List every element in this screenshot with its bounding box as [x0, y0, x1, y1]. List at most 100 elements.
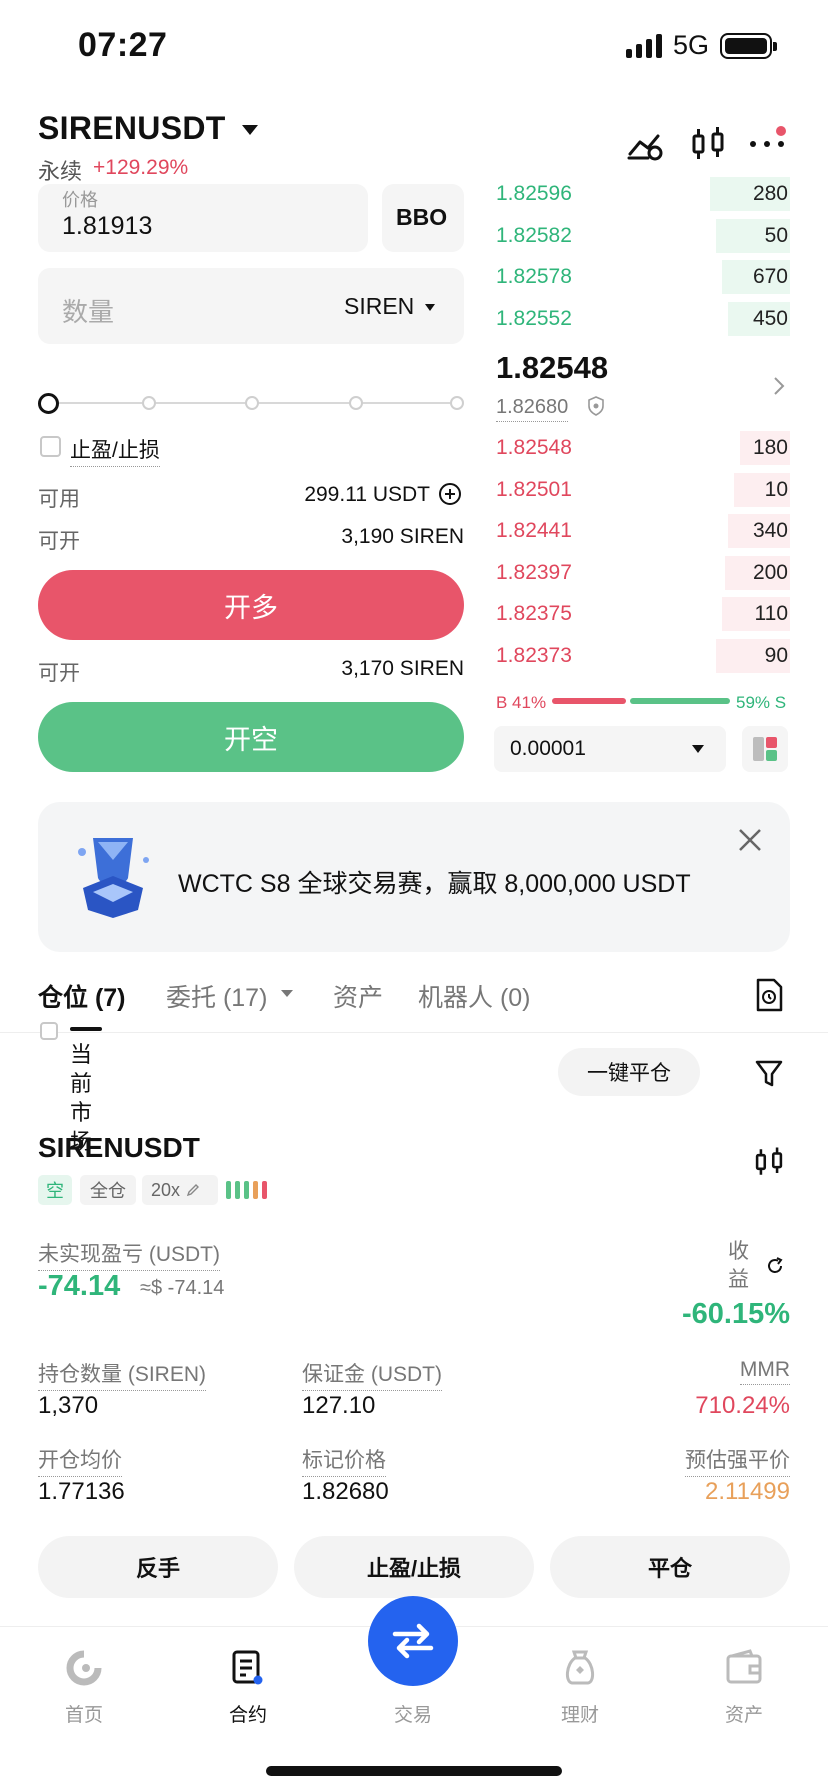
wallet-icon[interactable]	[724, 1648, 764, 1688]
home-icon[interactable]	[64, 1648, 104, 1688]
tab-bots[interactable]: 机器人 (0)	[418, 978, 531, 1014]
unrealized-pnl-usd: ≈$ -74.14	[140, 1277, 225, 1299]
precision-caret-icon	[692, 745, 704, 753]
nav-contract[interactable]: 合约	[188, 1700, 308, 1727]
chevron-right-icon[interactable]	[772, 376, 786, 396]
contract-icon[interactable]	[228, 1648, 268, 1688]
symbol-title[interactable]: SIRENUSDT	[38, 110, 226, 147]
ask-qty: 670	[752, 265, 788, 288]
status-time: 07:27	[78, 26, 168, 64]
chart-indicator-icon[interactable]	[626, 124, 666, 164]
price-input[interactable]: 1.81913	[62, 212, 152, 241]
nav-trade[interactable]: 交易	[353, 1700, 473, 1727]
max-open-long-label: 可开	[38, 530, 80, 553]
bid-row[interactable]: 1.82441 340	[494, 511, 790, 551]
bid-qty: 340	[752, 519, 788, 542]
ask-qty: 50	[764, 223, 788, 247]
bid-qty: 10	[764, 477, 788, 501]
roe-label[interactable]: 收益	[728, 1238, 752, 1294]
max-open-long-value: 3,190 SIREN	[341, 525, 464, 548]
slider-tick-100[interactable]	[450, 396, 464, 410]
slider-tick-75[interactable]	[349, 396, 363, 410]
close-position-button[interactable]: 平仓	[550, 1536, 790, 1598]
open-long-button[interactable]: 开多	[38, 570, 464, 640]
reverse-button[interactable]: 反手	[38, 1536, 278, 1598]
slider-handle[interactable]	[38, 393, 59, 414]
bid-row[interactable]: 1.82373 90	[494, 636, 790, 676]
battery-icon	[720, 33, 777, 59]
available-value: 299.11 USDT	[304, 483, 430, 506]
bid-price: 1.82441	[496, 519, 572, 542]
symbol-dropdown-icon[interactable]	[242, 125, 258, 135]
price-field[interactable]: 价格 1.81913	[38, 184, 368, 252]
tpsl-label[interactable]: 止盈/止损	[70, 434, 160, 467]
history-icon[interactable]	[754, 978, 784, 1012]
max-open-short-value: 3,170 SIREN	[341, 657, 464, 680]
liq-price-label[interactable]: 预估强平价	[685, 1444, 790, 1477]
close-all-button[interactable]: 一键平仓	[558, 1048, 700, 1096]
roe-value: -60.15%	[681, 1298, 790, 1330]
tpsl-checkbox[interactable]	[40, 436, 61, 457]
bbo-button[interactable]: BBO	[382, 184, 464, 252]
leverage-tag[interactable]: 20x	[142, 1175, 218, 1205]
ask-row[interactable]: 1.82578 670	[494, 257, 790, 297]
nav-assets[interactable]: 资产	[684, 1700, 804, 1727]
refresh-icon[interactable]	[765, 1256, 785, 1276]
bid-qty: 180	[752, 436, 788, 459]
ask-price: 1.82596	[496, 182, 572, 205]
ask-row[interactable]: 1.82552 450	[494, 299, 790, 339]
open-short-button[interactable]: 开空	[38, 702, 464, 772]
nav-home[interactable]: 首页	[24, 1700, 144, 1727]
current-market-checkbox[interactable]	[40, 1022, 58, 1040]
unit-caret-icon[interactable]	[425, 304, 435, 311]
nav-earn[interactable]: 理财	[520, 1700, 640, 1727]
trade-button[interactable]	[368, 1596, 458, 1686]
margin-mode-tag: 全仓	[80, 1175, 136, 1205]
leverage-value: 20x	[151, 1179, 181, 1200]
more-icon[interactable]	[748, 124, 788, 164]
position-symbol[interactable]: SIRENUSDT	[38, 1132, 200, 1164]
price-label: 价格	[62, 190, 98, 210]
bid-row[interactable]: 1.82501 10	[494, 470, 790, 510]
quantity-field[interactable]: 数量 SIREN	[38, 268, 464, 344]
mark-price-label[interactable]: 标记价格	[302, 1444, 386, 1477]
promo-banner[interactable]: WCTC S8 全球交易赛，赢取 8,000,000 USDT	[38, 802, 790, 952]
size-value: 1,370	[38, 1392, 99, 1419]
quantity-unit-select[interactable]: SIREN	[344, 293, 414, 320]
entry-price-label[interactable]: 开仓均价	[38, 1444, 122, 1477]
side-tag: 空	[38, 1175, 72, 1205]
ask-row[interactable]: 1.82582 50	[494, 216, 790, 256]
buy-ratio-bar	[552, 698, 626, 704]
tab-assets[interactable]: 资产	[333, 978, 383, 1014]
bid-row[interactable]: 1.82397 200	[494, 553, 790, 593]
add-funds-icon[interactable]	[438, 482, 462, 506]
mmr-label[interactable]: MMR	[739, 1358, 790, 1385]
risk-bar-4	[253, 1181, 258, 1199]
book-layout-icon	[753, 737, 777, 761]
candlestick-icon[interactable]	[688, 124, 728, 164]
earn-icon[interactable]	[560, 1648, 600, 1688]
slider-tick-25[interactable]	[142, 396, 156, 410]
bid-price: 1.82397	[496, 560, 572, 584]
slider-tick-50[interactable]	[245, 396, 259, 410]
close-icon[interactable]	[736, 826, 764, 854]
bbo-label: BBO	[396, 204, 448, 230]
precision-select[interactable]: 0.00001	[494, 726, 726, 772]
margin-label[interactable]: 保证金 (USDT)	[302, 1358, 442, 1391]
tab-positions[interactable]: 仓位 (7)	[38, 978, 126, 1014]
tabs-divider	[0, 1032, 828, 1033]
position-chart-icon[interactable]	[752, 1142, 786, 1182]
filter-icon[interactable]	[754, 1058, 784, 1088]
tpsl-button[interactable]: 止盈/止损	[294, 1536, 534, 1598]
unrealized-pnl-label[interactable]: 未实现盈亏 (USDT)	[38, 1238, 220, 1271]
bid-price: 1.82501	[496, 477, 572, 501]
bid-qty: 90	[764, 643, 788, 667]
orders-caret-icon[interactable]	[281, 990, 293, 997]
tab-orders[interactable]: 委托 (17)	[166, 978, 267, 1014]
book-layout-button[interactable]	[742, 726, 788, 772]
ask-row[interactable]: 1.82596 280	[494, 174, 790, 214]
bid-row[interactable]: 1.82548 180	[494, 428, 790, 468]
size-label[interactable]: 持仓数量 (SIREN)	[38, 1358, 206, 1391]
bid-row[interactable]: 1.82375 110	[494, 594, 790, 634]
bid-price: 1.82375	[496, 602, 572, 625]
